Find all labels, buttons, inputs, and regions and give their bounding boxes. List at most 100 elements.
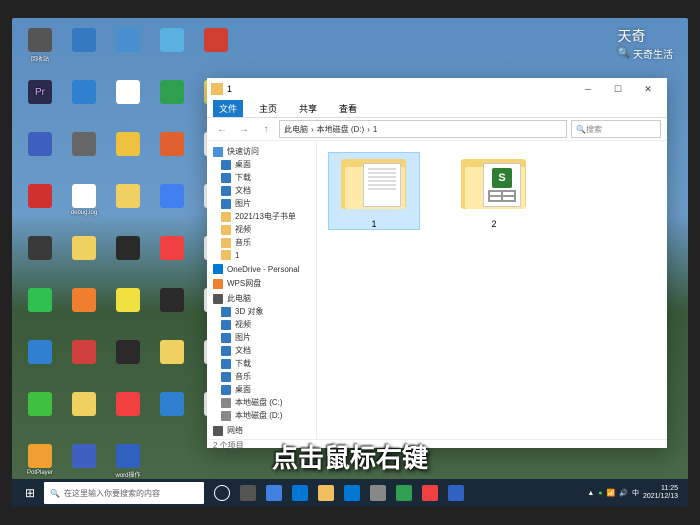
desktop-icon[interactable]	[198, 28, 234, 72]
file-name: 2	[491, 219, 496, 229]
desktop-icon[interactable]	[66, 236, 102, 280]
desktop-icon[interactable]	[154, 80, 190, 124]
sidebar-item[interactable]: 视频	[207, 223, 316, 236]
desktop-icon[interactable]	[22, 184, 58, 228]
file-explorer-window: 1 ─ ☐ ✕ 文件 主页 共享 查看 ← → ↑ 此电脑› 本地磁盘 (D:)…	[207, 78, 667, 448]
sidebar-item[interactable]: 1	[207, 249, 316, 261]
taskbar-search[interactable]: 🔍 在这里输入你要搜索的内容	[44, 482, 204, 504]
desktop-icon[interactable]	[154, 184, 190, 228]
desktop-icon[interactable]: Pr	[22, 80, 58, 124]
folder-item[interactable]: 1	[329, 153, 419, 229]
desktop-icon[interactable]	[110, 340, 146, 384]
desktop-icon[interactable]	[110, 28, 146, 72]
sidebar-item[interactable]: 本地磁盘 (D:)	[207, 409, 316, 422]
taskview-icon[interactable]	[236, 481, 260, 505]
desktop-icon[interactable]	[66, 132, 102, 176]
desktop-icon[interactable]	[66, 28, 102, 72]
file-name: 1	[371, 219, 376, 229]
desktop-icon[interactable]	[154, 340, 190, 384]
taskbar-app[interactable]	[444, 481, 468, 505]
home-tab[interactable]: 主页	[253, 100, 283, 117]
desktop-icons: 回收站 Pr debug.log	[22, 28, 238, 492]
desktop-icon[interactable]	[154, 28, 190, 72]
desktop-icon[interactable]	[154, 392, 190, 436]
sidebar-item[interactable]: 下载	[207, 357, 316, 370]
window-title: 1	[227, 84, 232, 94]
sidebar-item[interactable]: 桌面	[207, 383, 316, 396]
system-tray[interactable]: ▲ ● 📶 🔊 中 11:25 2021/12/13	[587, 485, 684, 500]
desktop-icon[interactable]	[66, 80, 102, 124]
folder-icon	[339, 153, 409, 213]
desktop-icon[interactable]	[110, 392, 146, 436]
up-button[interactable]: ↑	[257, 120, 275, 138]
sidebar-item[interactable]: 文档	[207, 184, 316, 197]
desktop-icon[interactable]	[110, 236, 146, 280]
file-list[interactable]: 1 S 2	[317, 141, 667, 439]
cortana-icon[interactable]	[210, 481, 234, 505]
taskbar-app[interactable]	[418, 481, 442, 505]
sidebar-item[interactable]: 音乐	[207, 370, 316, 383]
desktop-icon[interactable]	[66, 392, 102, 436]
breadcrumb[interactable]: 此电脑› 本地磁盘 (D:)› 1	[279, 120, 567, 138]
desktop-icon[interactable]	[22, 340, 58, 384]
view-tab[interactable]: 查看	[333, 100, 363, 117]
tray-icon[interactable]: 📶	[607, 489, 616, 497]
start-button[interactable]: ⊞	[16, 479, 44, 507]
file-tab[interactable]: 文件	[213, 100, 243, 117]
sidebar-item[interactable]: 音乐	[207, 236, 316, 249]
desktop-icon[interactable]	[110, 132, 146, 176]
desktop-icon[interactable]	[22, 236, 58, 280]
desktop-icon[interactable]	[66, 340, 102, 384]
sidebar-item[interactable]: 桌面	[207, 158, 316, 171]
ribbon: 文件 主页 共享 查看	[207, 100, 667, 118]
folder-icon: S	[459, 153, 529, 213]
taskbar-app[interactable]	[314, 481, 338, 505]
maximize-button[interactable]: ☐	[603, 78, 633, 100]
desktop-icon[interactable]	[22, 392, 58, 436]
sidebar-item[interactable]: 图片	[207, 331, 316, 344]
sidebar-item[interactable]: 3D 对象	[207, 305, 316, 318]
folder-item[interactable]: S 2	[449, 153, 539, 229]
tray-icon[interactable]: 🔊	[619, 489, 628, 497]
tray-icon[interactable]: 中	[632, 488, 639, 498]
sidebar-item[interactable]: 视频	[207, 318, 316, 331]
close-button[interactable]: ✕	[633, 78, 663, 100]
desktop-icon[interactable]: debug.log	[66, 184, 102, 228]
sidebar-item[interactable]: 图片	[207, 197, 316, 210]
sidebar: 快速访问 桌面 下载 文档 图片 2021/13电子书单 视频 音乐 1 One…	[207, 141, 317, 439]
forward-button[interactable]: →	[235, 120, 253, 138]
tray-icon[interactable]: ●	[598, 490, 602, 497]
clock[interactable]: 11:25 2021/12/13	[643, 485, 678, 500]
sidebar-onedrive[interactable]: OneDrive - Personal	[207, 263, 316, 275]
sidebar-network[interactable]: 网络	[207, 424, 316, 437]
sidebar-item[interactable]: 本地磁盘 (C:)	[207, 396, 316, 409]
taskbar: ⊞ 🔍 在这里输入你要搜索的内容 ▲ ● 📶 🔊 中 11:25 2021/12…	[12, 479, 688, 507]
taskbar-app[interactable]	[366, 481, 390, 505]
desktop-icon[interactable]	[154, 132, 190, 176]
desktop-icon[interactable]	[22, 132, 58, 176]
minimize-button[interactable]: ─	[573, 78, 603, 100]
share-tab[interactable]: 共享	[293, 100, 323, 117]
sidebar-item[interactable]: 2021/13电子书单	[207, 210, 316, 223]
desktop-icon[interactable]	[110, 184, 146, 228]
desktop-icon[interactable]	[154, 236, 190, 280]
sidebar-item[interactable]: 下载	[207, 171, 316, 184]
back-button[interactable]: ←	[213, 120, 231, 138]
desktop-icon[interactable]: 回收站	[22, 28, 58, 72]
desktop-icon[interactable]	[66, 288, 102, 332]
sidebar-thispc[interactable]: 此电脑	[207, 292, 316, 305]
desktop-icon[interactable]	[154, 288, 190, 332]
taskbar-app[interactable]	[340, 481, 364, 505]
desktop-icon[interactable]	[110, 80, 146, 124]
sidebar-item[interactable]: 文档	[207, 344, 316, 357]
tray-icon[interactable]: ▲	[587, 490, 594, 497]
desktop-icon[interactable]	[22, 288, 58, 332]
desktop-icon[interactable]	[110, 288, 146, 332]
titlebar[interactable]: 1 ─ ☐ ✕	[207, 78, 667, 100]
taskbar-app[interactable]	[262, 481, 286, 505]
taskbar-app[interactable]	[392, 481, 416, 505]
sidebar-wps[interactable]: WPS网盘	[207, 277, 316, 290]
taskbar-app[interactable]	[288, 481, 312, 505]
search-input[interactable]: 🔍 搜索	[571, 120, 661, 138]
sidebar-quick-access[interactable]: 快速访问	[207, 145, 316, 158]
